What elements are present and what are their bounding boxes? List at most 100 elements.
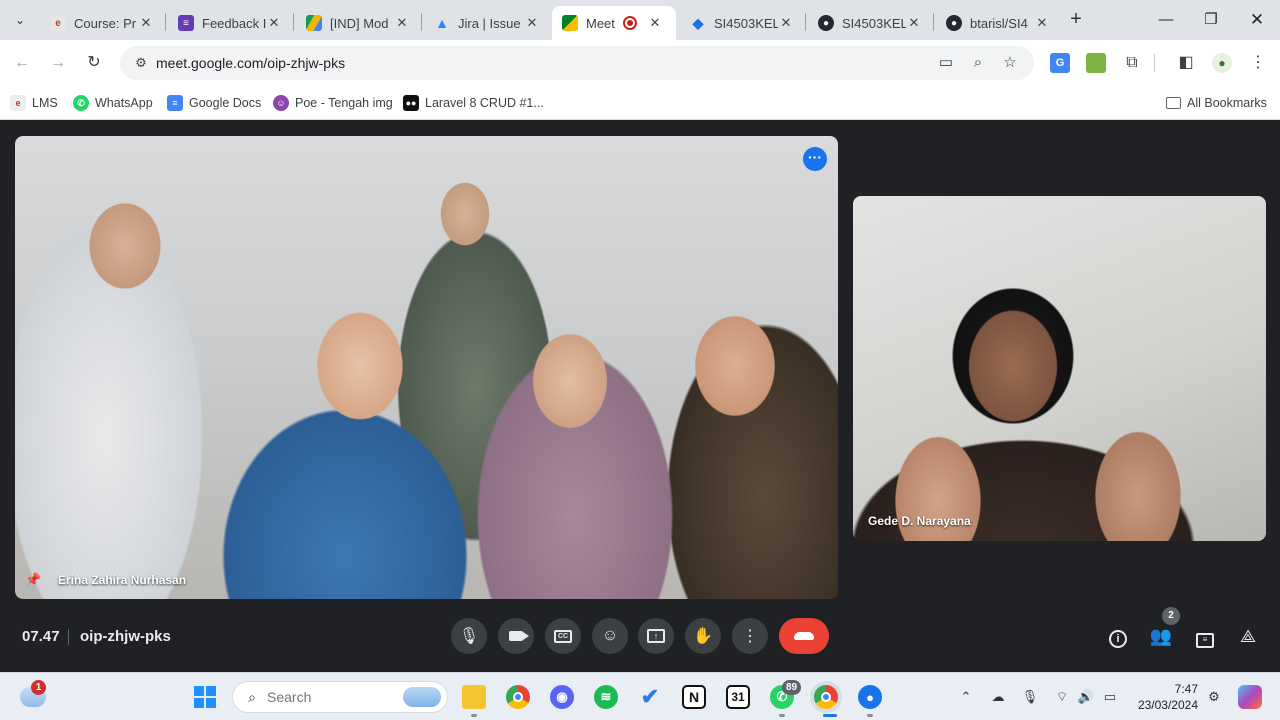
close-icon[interactable]: ✕ <box>394 15 410 31</box>
bookmark-lms[interactable]: e LMS <box>10 92 58 114</box>
calendar-icon[interactable]: 31 <box>726 685 750 709</box>
tab-btarisl-github[interactable]: ● btarisl/SI4 ✕ <box>936 6 1058 40</box>
show-hidden-icons-chevron-icon[interactable]: ⌃ <box>956 687 976 707</box>
meeting-time: 07.47 <box>22 628 60 645</box>
battery-icon[interactable]: ▭ <box>1100 687 1120 707</box>
drive-icon <box>306 15 322 31</box>
chat-icon: ≡ <box>1196 633 1214 648</box>
zoom-icon[interactable]: ⌕ <box>968 53 988 73</box>
tab-drive-module[interactable]: [IND] Mod ✕ <box>296 6 418 40</box>
tab-divider <box>421 13 422 31</box>
tab-jira[interactable]: ▲ Jira | Issue ✕ <box>424 6 548 40</box>
leave-call-button[interactable] <box>779 618 829 654</box>
github-icon: ● <box>818 15 834 31</box>
file-explorer-icon[interactable] <box>462 685 486 709</box>
bookmark-label: LMS <box>32 96 58 110</box>
tab-meet[interactable]: Meet ✕ <box>552 6 676 40</box>
restore-button[interactable]: ❐ <box>1191 6 1231 34</box>
all-bookmarks[interactable]: All Bookmarks <box>1166 92 1267 114</box>
meet-stage: ··· 📌 Erina Zahira Nurhasan Gede D. Nara… <box>0 121 1280 672</box>
chat-button[interactable]: ≡ <box>1191 622 1219 650</box>
info-icon: i <box>1109 630 1127 648</box>
captions-button[interactable]: CC <box>545 618 581 654</box>
docs-icon: ≡ <box>167 95 183 111</box>
bookmark-google-docs[interactable]: ≡ Google Docs <box>167 92 261 114</box>
pin-icon[interactable]: 📌 <box>25 572 41 588</box>
notification-bell-icon[interactable]: ⚙ <box>1204 687 1224 707</box>
captions-icon: CC <box>554 629 572 643</box>
volume-icon[interactable]: 🔊 <box>1076 687 1096 707</box>
reload-button[interactable]: ↻ <box>81 50 107 76</box>
tab-search-chevron-icon[interactable]: ⌄ <box>8 8 32 32</box>
tab-feedback[interactable]: ≡ Feedback I ✕ <box>168 6 290 40</box>
profile-avatar[interactable]: ● <box>1212 53 1232 73</box>
recording-icon <box>622 16 637 30</box>
meeting-details-button[interactable]: i <box>1104 622 1132 650</box>
close-icon[interactable]: ✕ <box>524 15 540 31</box>
clock-time[interactable]: 7:47 <box>1150 682 1198 696</box>
spotify-icon[interactable]: ≋ <box>594 685 618 709</box>
extension-icon[interactable] <box>1086 53 1106 73</box>
close-icon[interactable]: ✕ <box>906 15 922 31</box>
clock-date[interactable]: 23/03/2024 <box>1128 698 1198 712</box>
main-participant-video[interactable]: ··· 📌 Erina Zahira Nurhasan <box>15 136 838 599</box>
tab-title: Course: Pr <box>74 15 137 31</box>
onedrive-cloud-icon[interactable]: ☁ <box>988 687 1008 707</box>
microphone-tray-icon[interactable]: 🎙 <box>1020 687 1040 707</box>
tab-si4503-github[interactable]: ● SI4503KEL ✕ <box>808 6 930 40</box>
raise-hand-button[interactable]: ✋ <box>685 618 721 654</box>
chrome-active-icon[interactable] <box>814 685 838 709</box>
bookmark-whatsapp[interactable]: ✆ WhatsApp <box>73 92 153 114</box>
side-participant-video[interactable]: Gede D. Narayana <box>853 196 1266 541</box>
close-icon[interactable]: ✕ <box>647 15 663 31</box>
forward-button[interactable]: → <box>45 50 71 76</box>
people-button[interactable]: 👥 <box>1147 622 1175 650</box>
close-icon[interactable]: ✕ <box>1034 15 1050 31</box>
browser-toolbar: ← → ↻ ⚙ ▭ ⌕ ☆ G ⧉ ◧ ● ⋮ <box>0 40 1280 86</box>
maps-pin-icon[interactable]: ● <box>858 685 882 709</box>
discord-icon[interactable]: ◉ <box>550 685 574 709</box>
address-bar[interactable]: ⚙ ▭ ⌕ ☆ <box>120 46 1034 80</box>
windows-start-icon[interactable] <box>193 685 217 709</box>
bookmark-poe[interactable]: ☺ Poe - Tengah img <box>273 92 393 114</box>
tab-title: Meet <box>586 15 615 31</box>
back-button[interactable]: ← <box>9 50 35 76</box>
close-window-button[interactable]: ✕ <box>1237 6 1277 34</box>
site-info-icon[interactable]: ⚙ <box>132 54 150 72</box>
copilot-icon[interactable] <box>1238 685 1262 709</box>
close-icon[interactable]: ✕ <box>266 15 282 31</box>
extensions-puzzle-icon[interactable]: ⧉ <box>1122 53 1142 73</box>
wifi-icon[interactable]: ⌔ <box>1052 687 1072 707</box>
more-options-icon[interactable]: ··· <box>803 147 827 171</box>
side-panel-icon[interactable]: ◧ <box>1176 53 1196 73</box>
bookmark-star-icon[interactable]: ☆ <box>1000 53 1020 73</box>
tab-si4503-diamond[interactable]: ◆ SI4503KEL ✕ <box>680 6 802 40</box>
reactions-button[interactable]: ☺ <box>592 618 628 654</box>
todo-check-icon[interactable]: ✔ <box>638 684 662 709</box>
new-tab-button[interactable]: + <box>1065 8 1087 30</box>
more-options-button[interactable]: ⋮ <box>732 618 768 654</box>
translate-extension-icon[interactable]: G <box>1050 53 1070 73</box>
activities-icon: ⟁ <box>1239 626 1257 646</box>
activities-button[interactable]: ⟁ <box>1234 622 1262 650</box>
url-input[interactable] <box>156 50 916 76</box>
taskbar-search[interactable]: ⌕ <box>232 681 448 713</box>
running-indicator <box>779 714 785 717</box>
bookmark-laravel[interactable]: ●● Laravel 8 CRUD #1... <box>403 92 544 114</box>
close-icon[interactable]: ✕ <box>778 15 794 31</box>
chrome-icon[interactable] <box>506 685 530 709</box>
camera-button[interactable] <box>498 618 534 654</box>
chrome-menu-icon[interactable]: ⋮ <box>1248 53 1268 73</box>
notion-icon[interactable]: N <box>682 685 706 709</box>
camera-icon[interactable]: ▭ <box>936 53 956 73</box>
tab-strip: ⌄ e Course: Pr ✕ ≡ Feedback I ✕ [IND] Mo… <box>0 0 1280 40</box>
emoji-icon: ☺ <box>601 627 619 644</box>
microphone-button[interactable]: 🎙 <box>451 618 487 654</box>
video-site-icon: ●● <box>403 95 419 111</box>
search-input[interactable] <box>267 687 407 707</box>
minimize-button[interactable]: — <box>1146 6 1186 34</box>
tab-course[interactable]: e Course: Pr ✕ <box>40 6 162 40</box>
close-icon[interactable]: ✕ <box>138 15 154 31</box>
present-button[interactable]: ↑ <box>638 618 674 654</box>
bookmark-label: Poe - Tengah img <box>295 96 393 110</box>
